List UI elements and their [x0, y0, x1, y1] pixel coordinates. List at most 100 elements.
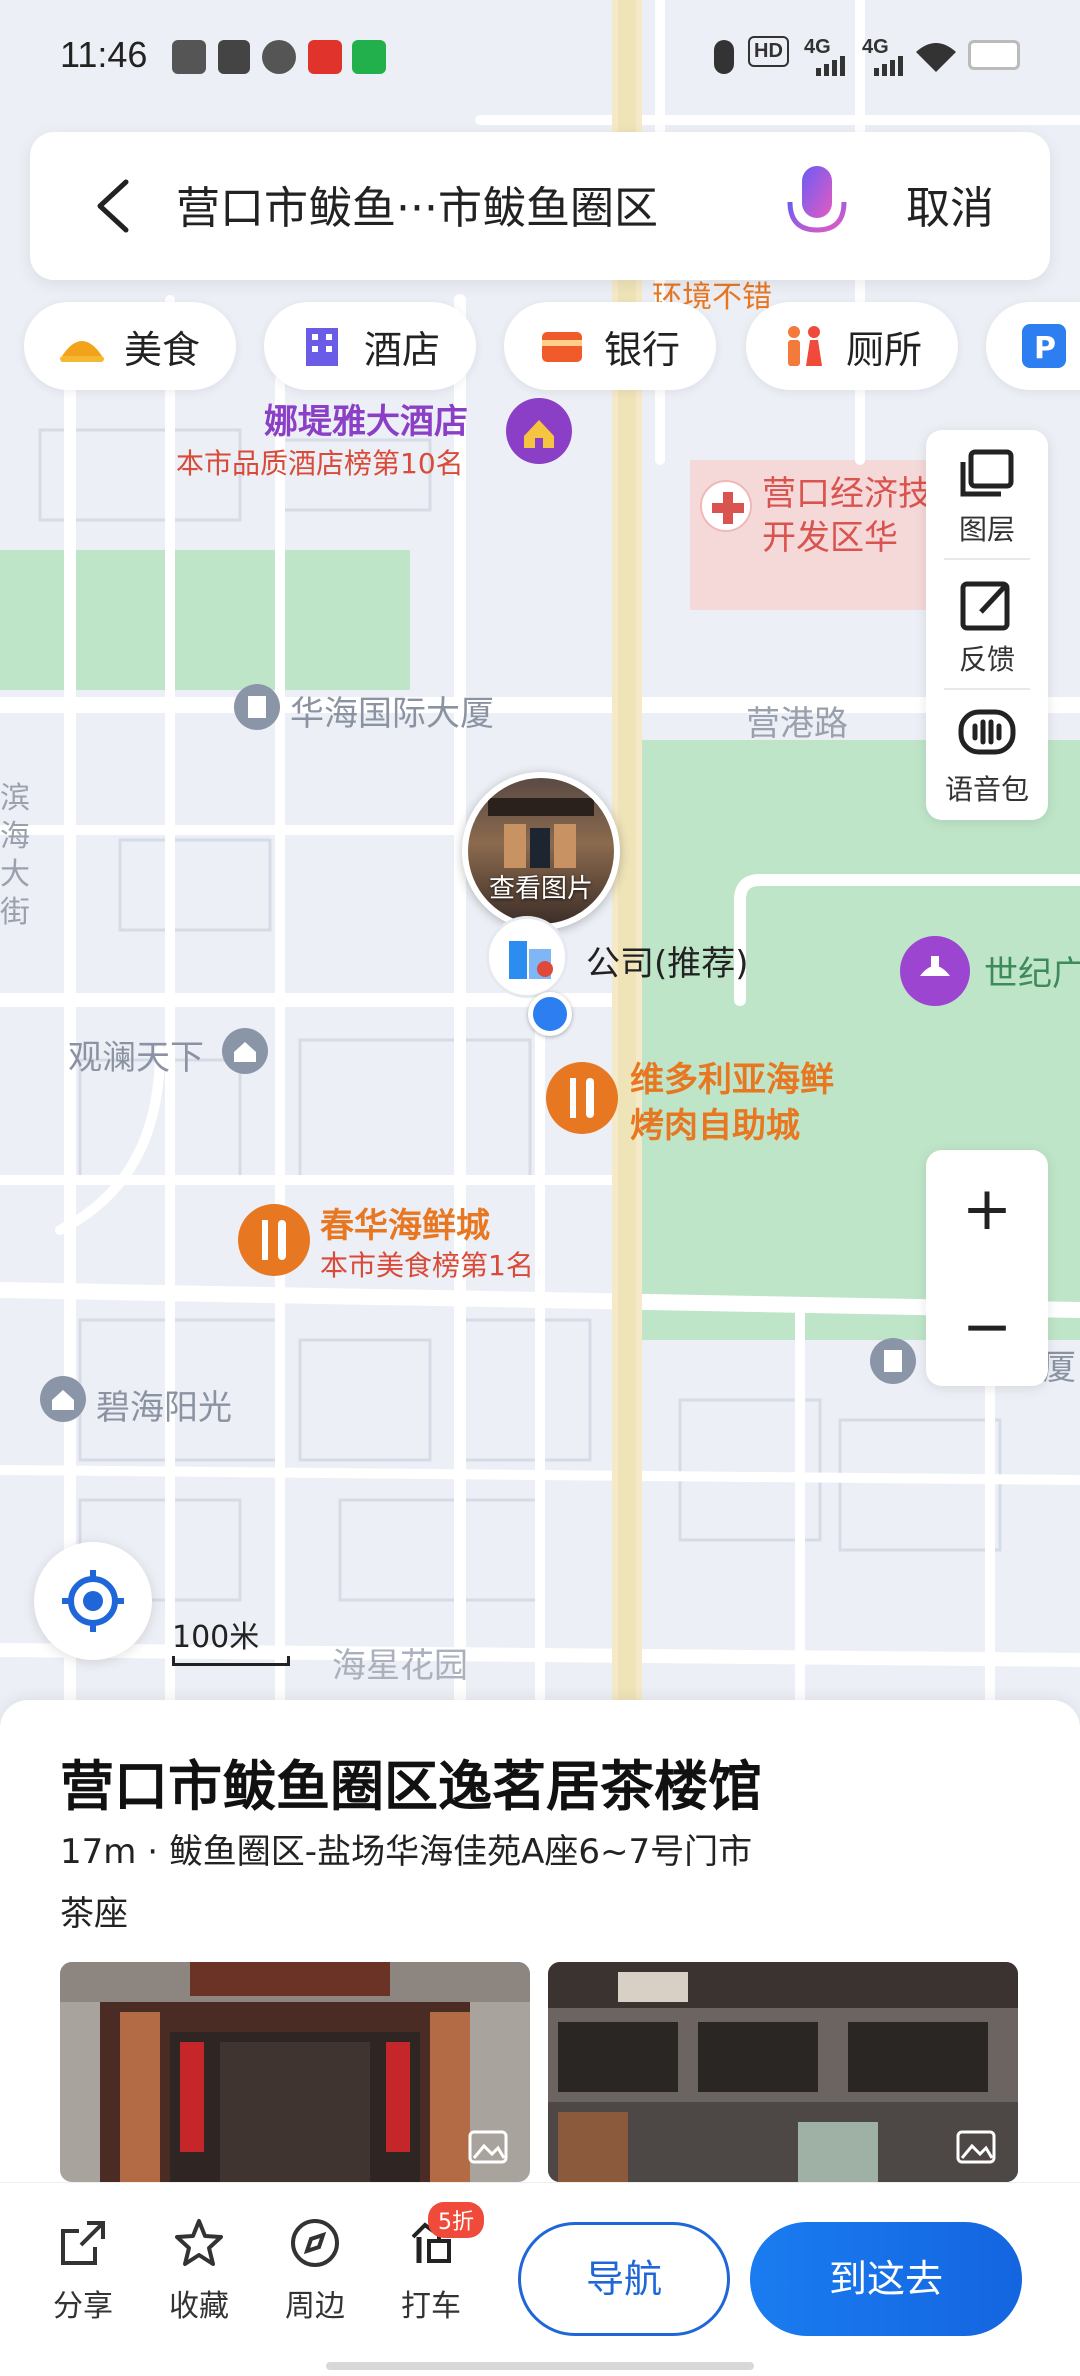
- restaurant-pin-icon[interactable]: [546, 1062, 618, 1134]
- park-pin-icon[interactable]: [900, 936, 970, 1006]
- app-icon: [308, 40, 342, 74]
- voice-pack-label: 语音包: [944, 773, 1029, 806]
- voice-search-icon[interactable]: [782, 162, 852, 252]
- restaurant2-pin-icon[interactable]: [238, 1204, 310, 1276]
- wechat-icon: [172, 40, 206, 74]
- battery-icon: [968, 40, 1020, 70]
- place-photo[interactable]: [60, 1962, 530, 2182]
- restaurant2-name[interactable]: 春华海鲜城: [320, 1198, 490, 1247]
- parking-icon: P: [1022, 324, 1066, 368]
- wifi-icon: [916, 43, 956, 72]
- mic-status-icon: [714, 40, 734, 74]
- building-image: [548, 1962, 1018, 2182]
- hospital-label-2[interactable]: 开发区华: [762, 510, 898, 559]
- go-here-button[interactable]: 到这去: [750, 2222, 1022, 2336]
- road-label: 营港路: [746, 704, 848, 744]
- nearby-button[interactable]: 周边: [270, 2217, 360, 2325]
- hotel-name[interactable]: 娜堤雅大酒店: [264, 394, 468, 443]
- mail-icon: [218, 40, 250, 74]
- feedback-icon: [960, 581, 1010, 631]
- category-label: 银行: [604, 327, 681, 372]
- image-icon: [468, 2130, 508, 2164]
- category-toilet[interactable]: 厕所: [746, 302, 958, 390]
- home-indicator[interactable]: [326, 2362, 754, 2370]
- message-icon: [262, 40, 296, 74]
- building-label[interactable]: 华海国际大厦: [290, 686, 494, 735]
- toilet-icon: [788, 326, 822, 366]
- iqiyi-icon: [352, 40, 386, 74]
- layers-icon: [960, 449, 1014, 497]
- category-hotel[interactable]: 酒店: [264, 302, 476, 390]
- restaurant2-rank: 本市美食榜第1名: [320, 1249, 534, 1282]
- image-icon: [956, 2130, 996, 2164]
- voice-pack-icon: [958, 709, 1016, 755]
- hd-label: HD: [748, 36, 789, 67]
- view-photo-bubble[interactable]: 查看图片: [462, 772, 620, 930]
- place-photo[interactable]: [548, 1962, 1018, 2182]
- residence2-pin-icon[interactable]: [40, 1376, 86, 1422]
- hotel-icon: [306, 328, 338, 366]
- feedback-button[interactable]: 反馈: [926, 560, 1048, 690]
- place-detail-sheet[interactable]: 营口市鲅鱼圈区逸茗居茶楼馆 17m · 鲅鱼圈区-盐场华海佳苑A座6~7号门市 …: [0, 1700, 1080, 2200]
- category-label: 酒店: [364, 327, 441, 372]
- status-bar: 11:46 HD 4G 4G: [0, 0, 1080, 120]
- zoom-control: + −: [926, 1150, 1048, 1386]
- taxi-label: 打车: [401, 2289, 461, 2324]
- hospital-pin-icon[interactable]: [700, 480, 752, 532]
- company-pin-icon[interactable]: [486, 916, 568, 998]
- green-area: [0, 550, 410, 690]
- company-label[interactable]: 公司(推荐): [586, 936, 749, 985]
- category-label: 厕所: [846, 327, 923, 372]
- svg-text:P: P: [1034, 331, 1056, 366]
- view-photo-label[interactable]: 查看图片: [468, 868, 614, 905]
- building2-pin-icon[interactable]: [870, 1338, 916, 1384]
- left-road-label: 滨海大街: [0, 781, 30, 930]
- category-food[interactable]: 美食: [24, 302, 236, 390]
- back-icon[interactable]: [86, 176, 142, 236]
- hotel-pin-icon[interactable]: [506, 398, 572, 464]
- place-name: 营口市鲅鱼圈区逸茗居茶楼馆: [60, 1755, 762, 1818]
- map-scale: 100米: [172, 1612, 290, 1666]
- locate-icon: [62, 1570, 124, 1632]
- current-location-dot: [528, 992, 572, 1036]
- search-bar[interactable]: 营口市鲅鱼···市鲅鱼圈区 取消: [30, 132, 1050, 280]
- scale-bar: [172, 1656, 290, 1666]
- category-label: 美食: [124, 327, 201, 372]
- feedback-label: 反馈: [958, 643, 1015, 676]
- layers-button[interactable]: 图层: [926, 430, 1048, 560]
- star-icon: [175, 2219, 223, 2266]
- voice-pack-button[interactable]: 语音包: [926, 690, 1048, 820]
- residence-pin-icon[interactable]: [222, 1028, 268, 1074]
- category-parking[interactable]: P: [986, 302, 1080, 390]
- favorite-button[interactable]: 收藏: [154, 2217, 244, 2325]
- clock: 11:46: [60, 34, 148, 75]
- search-query[interactable]: 营口市鲅鱼···市鲅鱼圈区: [176, 172, 658, 236]
- category-bank[interactable]: 银行: [504, 302, 716, 390]
- park-label[interactable]: 世纪广: [984, 946, 1080, 995]
- share-label: 分享: [53, 2289, 113, 2324]
- cancel-button[interactable]: 取消: [906, 172, 994, 236]
- building-pin-icon[interactable]: [234, 684, 280, 730]
- share-icon: [61, 2221, 105, 2265]
- layers-label: 图层: [958, 513, 1015, 546]
- hospital-label-1[interactable]: 营口经济技: [762, 466, 932, 515]
- favorite-label: 收藏: [169, 2289, 229, 2324]
- bank-icon: [542, 332, 582, 362]
- navigate-button[interactable]: 导航: [518, 2222, 730, 2336]
- zoom-in-button[interactable]: +: [926, 1150, 1048, 1268]
- zoom-out-button[interactable]: −: [926, 1268, 1048, 1386]
- food-icon: [60, 341, 104, 362]
- residence-label-3: 海星花园: [332, 1646, 468, 1686]
- compass-icon: [291, 2219, 339, 2267]
- storefront-image: [60, 1962, 530, 2182]
- restaurant1-line2[interactable]: 烤肉自助城: [630, 1098, 800, 1147]
- nearby-label: 周边: [285, 2289, 345, 2324]
- residence-label-2[interactable]: 碧海阳光: [96, 1380, 232, 1429]
- locate-button[interactable]: [34, 1542, 152, 1660]
- residence-label-1[interactable]: 观澜天下: [68, 1030, 204, 1079]
- place-distance-address: 17m · 鲅鱼圈区-盐场华海佳苑A座6~7号门市: [60, 1832, 753, 1872]
- share-button[interactable]: 分享: [38, 2217, 128, 2325]
- restaurant1-line1[interactable]: 维多利亚海鲜: [630, 1052, 834, 1101]
- map-toolbar: 图层 反馈 语音包: [926, 430, 1048, 820]
- discount-badge: 5折: [428, 2202, 484, 2238]
